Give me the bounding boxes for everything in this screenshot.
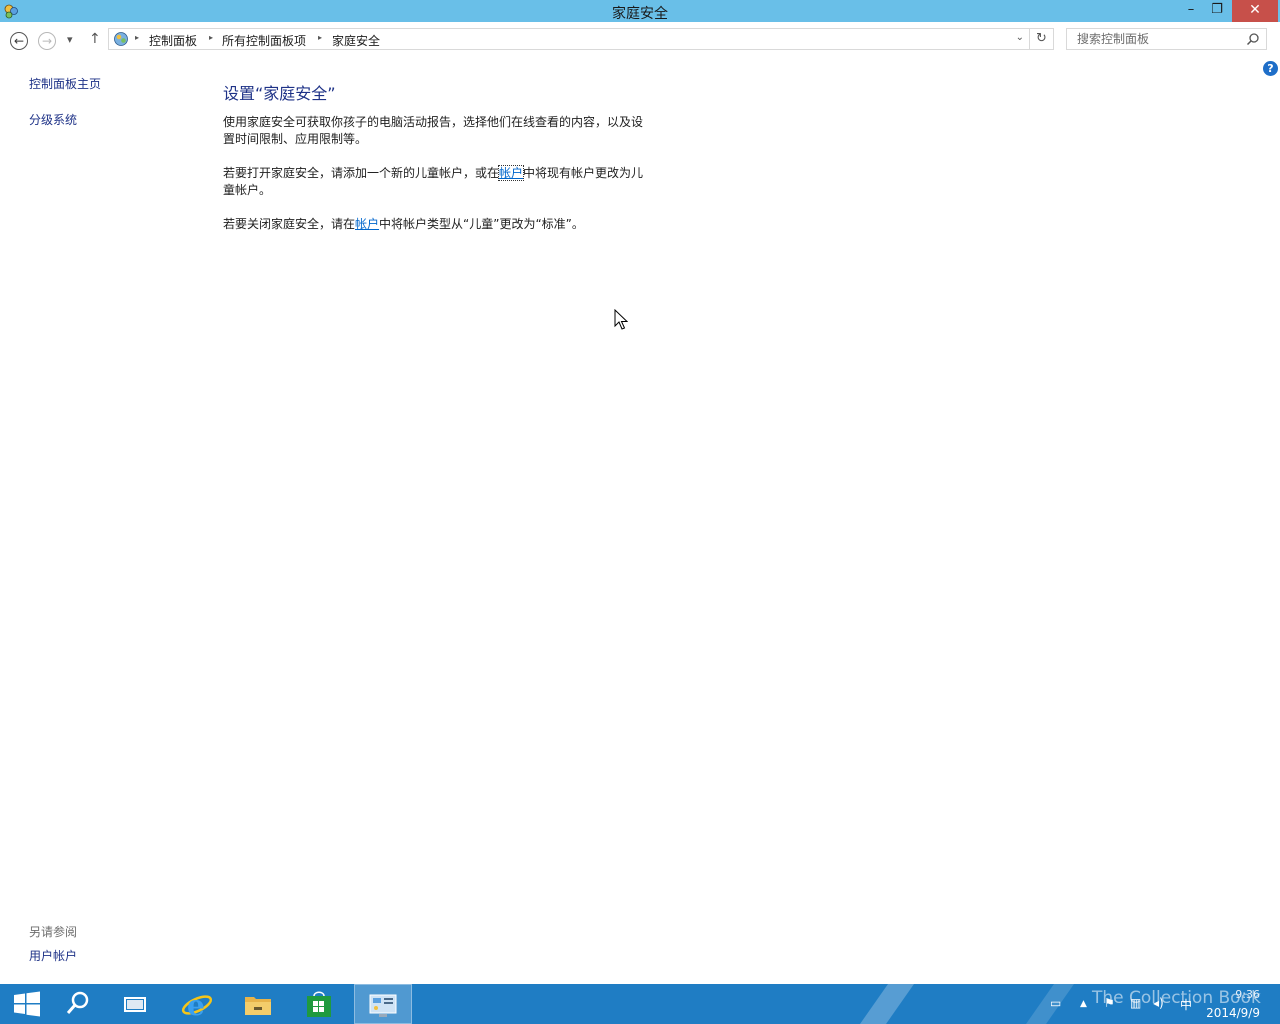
- search-icon[interactable]: [1246, 32, 1260, 46]
- breadcrumb-control-panel[interactable]: 控制面板: [149, 32, 197, 49]
- accounts-link[interactable]: 帐户: [355, 217, 379, 231]
- search-input[interactable]: [1075, 31, 1244, 47]
- turn-off-paragraph: 若要关闭家庭安全，请在帐户中将帐户类型从“儿童”更改为“标准”。: [223, 216, 647, 233]
- turn-off-text-pre: 若要关闭家庭安全，请在: [223, 217, 356, 231]
- turn-on-paragraph: 若要打开家庭安全，请添加一个新的儿童帐户，或在帐户中将现有帐户更改为儿童帐户。: [223, 165, 647, 199]
- control-panel-taskbar-button[interactable]: [354, 984, 412, 1024]
- maximize-button[interactable]: ❐: [1204, 0, 1230, 22]
- minimize-button[interactable]: –: [1178, 0, 1204, 22]
- help-icon[interactable]: ?: [1263, 61, 1278, 76]
- clock-date[interactable]: 2014/9/9: [1200, 1006, 1260, 1020]
- forward-button[interactable]: →: [38, 32, 56, 50]
- show-hidden-icons-icon[interactable]: ▲: [1080, 999, 1087, 1009]
- breadcrumb-separator[interactable]: ▸: [318, 33, 322, 42]
- back-button[interactable]: ←: [10, 32, 28, 50]
- close-button[interactable]: ✕: [1232, 0, 1278, 22]
- windows-logo-icon: [14, 991, 40, 1017]
- address-bar[interactable]: ▸ 控制面板 ▸ 所有控制面板项 ▸ 家庭安全 ⌄: [108, 28, 1030, 50]
- network-warning-icon[interactable]: ▥: [1130, 996, 1141, 1010]
- internet-explorer-button[interactable]: e: [168, 984, 226, 1024]
- breadcrumb-separator[interactable]: ▸: [209, 33, 213, 42]
- search-box[interactable]: [1066, 28, 1267, 50]
- breadcrumb-all-items[interactable]: 所有控制面板项: [222, 32, 306, 49]
- accounts-link[interactable]: 帐户: [498, 165, 525, 181]
- task-view-icon: [124, 997, 146, 1012]
- recent-locations-dropdown[interactable]: ▾: [67, 33, 73, 46]
- control-panel-icon: [114, 32, 128, 46]
- page-title: 设置“家庭安全”: [223, 84, 336, 103]
- store-button[interactable]: [292, 984, 350, 1024]
- input-method-indicator[interactable]: 中: [1180, 996, 1192, 1013]
- task-view-button[interactable]: [108, 984, 166, 1024]
- sidebar-item-rating-systems[interactable]: 分级系统: [29, 111, 77, 128]
- taskbar: e The Collection Book ▭ ▲ ⚑ ▥ ◂) 中 9:36 …: [0, 984, 1280, 1024]
- search-taskbar-button[interactable]: [50, 984, 108, 1024]
- see-also-heading: 另请参阅: [29, 925, 78, 939]
- control-panel-icon: [369, 994, 397, 1017]
- mouse-cursor-icon: [614, 309, 628, 330]
- flag-icon[interactable]: ⚑: [1104, 996, 1115, 1010]
- see-also-user-accounts[interactable]: 用户帐户: [29, 947, 77, 964]
- breadcrumb-family-safety[interactable]: 家庭安全: [332, 32, 380, 49]
- up-button[interactable]: ↑: [89, 31, 101, 47]
- file-explorer-button[interactable]: [230, 984, 288, 1024]
- navigation-bar: ← → ▾ ↑ ▸ 控制面板 ▸ 所有控制面板项 ▸ 家庭安全 ⌄ ↻: [0, 22, 1280, 58]
- breadcrumb-separator[interactable]: ▸: [135, 33, 139, 42]
- internet-explorer-icon: e: [181, 989, 213, 1021]
- title-bar: 家庭安全 – ❐ ✕: [0, 0, 1280, 22]
- svg-text:e: e: [187, 989, 205, 1021]
- volume-icon[interactable]: ◂): [1153, 996, 1164, 1010]
- magnifier-icon: [66, 991, 89, 1014]
- window-title: 家庭安全: [612, 6, 668, 22]
- action-center-message-icon[interactable]: ▭: [1050, 996, 1061, 1010]
- turn-on-text-pre: 若要打开家庭安全，请添加一个新的儿童帐户，或在: [223, 166, 500, 180]
- turn-off-text-post: 中将帐户类型从“儿童”更改为“标准”。: [379, 217, 584, 231]
- store-bag-icon: [307, 991, 331, 1017]
- description-paragraph: 使用家庭安全可获取你孩子的电脑活动报告，选择他们在线查看的内容，以及设置时间限制…: [223, 115, 644, 146]
- sidebar-item-control-panel-home[interactable]: 控制面板主页: [29, 75, 101, 92]
- refresh-button[interactable]: ↻: [1030, 28, 1054, 50]
- clock-time[interactable]: 9:36: [1222, 988, 1260, 1001]
- folder-icon: [245, 997, 271, 1015]
- address-dropdown[interactable]: ⌄: [1016, 32, 1024, 43]
